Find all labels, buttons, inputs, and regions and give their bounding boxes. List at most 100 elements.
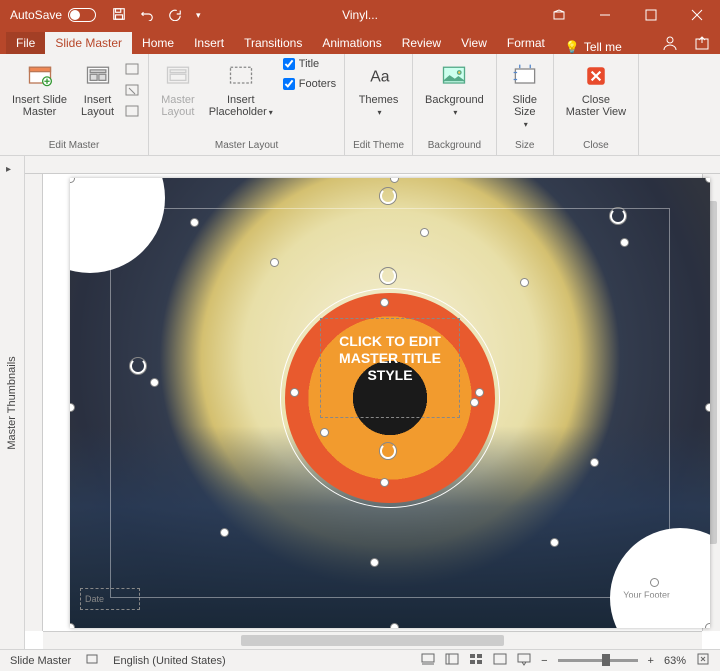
undo-icon[interactable] xyxy=(140,7,154,24)
selection-handle[interactable] xyxy=(705,403,710,412)
tell-me-label: Tell me xyxy=(584,40,622,54)
btn-label: Insert Slide Master xyxy=(12,94,67,118)
group-label: Master Layout xyxy=(215,140,278,151)
scrollbar-thumb[interactable] xyxy=(241,635,505,646)
tab-slide-master[interactable]: Slide Master xyxy=(45,32,132,54)
lightbulb-icon: 💡 xyxy=(565,40,580,54)
footers-checkbox[interactable]: Footers xyxy=(283,78,336,90)
themes-button[interactable]: Aa Themes▾ xyxy=(355,58,403,120)
tab-view[interactable]: View xyxy=(451,32,497,54)
maximize-icon[interactable] xyxy=(628,0,674,30)
fit-to-window-icon[interactable] xyxy=(696,652,710,669)
btn-label: Insert Layout xyxy=(81,94,114,118)
group-label: Size xyxy=(515,140,534,151)
btn-label: Master Layout xyxy=(161,94,195,118)
group-label: Close xyxy=(583,140,609,151)
account-icon[interactable] xyxy=(662,35,678,54)
zoom-slider[interactable] xyxy=(558,659,638,662)
reading-view-icon[interactable] xyxy=(493,652,507,669)
svg-text:Aa: Aa xyxy=(370,68,390,85)
group-size: Slide Size▾ Size xyxy=(497,54,554,155)
selection-outline[interactable] xyxy=(110,208,670,598)
btn-label: Themes▾ xyxy=(359,94,399,118)
delete-icon[interactable] xyxy=(124,82,140,101)
horizontal-ruler xyxy=(25,156,720,174)
chk-label: Title xyxy=(299,58,319,70)
slide-size-icon xyxy=(509,60,541,92)
slide-canvas[interactable]: CLICK TO EDIT MASTER TITLE STYLE Date Yo… xyxy=(25,156,720,649)
btn-label: Slide Size▾ xyxy=(513,94,537,130)
save-icon[interactable] xyxy=(112,7,126,24)
share-icon[interactable] xyxy=(694,35,710,54)
autosave-toggle[interactable]: AutoSave xyxy=(0,8,106,22)
slide-size-button[interactable]: Slide Size▾ xyxy=(505,58,545,132)
placeholder-icon xyxy=(225,60,257,92)
ribbon: Insert Slide Master Insert Layout Edit M… xyxy=(0,54,720,156)
thumbnails-label: Master Thumbnails xyxy=(6,356,18,449)
group-label: Edit Theme xyxy=(353,140,404,151)
insert-slide-master-button[interactable]: Insert Slide Master xyxy=(8,58,71,120)
tab-file[interactable]: File xyxy=(6,32,45,54)
rename-icon[interactable] xyxy=(124,61,140,80)
insert-placeholder-button[interactable]: Insert Placeholder▾ xyxy=(205,58,277,120)
notes-icon[interactable] xyxy=(421,652,435,669)
date-label: Date xyxy=(85,594,104,604)
chevron-down-icon: ▾ xyxy=(269,108,273,117)
preserve-icon[interactable] xyxy=(124,103,140,122)
ribbon-options-icon[interactable] xyxy=(536,0,582,30)
close-master-view-button[interactable]: Close Master View xyxy=(562,58,630,120)
themes-icon: Aa xyxy=(363,60,395,92)
qat-customize-icon[interactable]: ▾ xyxy=(196,10,201,21)
minimize-icon[interactable] xyxy=(582,0,628,30)
group-background: Background▾ Background xyxy=(413,54,497,155)
master-layout-button: Master Layout xyxy=(157,58,199,120)
tab-insert[interactable]: Insert xyxy=(184,32,234,54)
group-close: Close Master View Close xyxy=(554,54,639,155)
horizontal-scrollbar[interactable] xyxy=(43,631,702,649)
selection-handle[interactable] xyxy=(705,623,710,628)
title-checkbox[interactable]: Title xyxy=(283,58,336,70)
tab-format[interactable]: Format xyxy=(497,32,555,54)
zoom-in-icon[interactable]: + xyxy=(648,655,654,667)
tab-home[interactable]: Home xyxy=(132,32,184,54)
background-button[interactable]: Background▾ xyxy=(421,58,488,120)
document-title: Vinyl... xyxy=(342,8,378,22)
ribbon-tabs: File Slide Master Home Insert Transition… xyxy=(0,30,720,54)
vertical-ruler xyxy=(25,174,43,631)
btn-label: Insert Placeholder▾ xyxy=(209,94,273,118)
group-edit-master: Insert Slide Master Insert Layout Edit M… xyxy=(0,54,149,155)
redo-icon[interactable] xyxy=(168,7,182,24)
slide-master[interactable]: CLICK TO EDIT MASTER TITLE STYLE Date Yo… xyxy=(70,178,710,628)
status-view: Slide Master xyxy=(10,655,71,667)
tell-me-search[interactable]: 💡 Tell me xyxy=(565,40,622,54)
window-titlebar: AutoSave ▾ Vinyl... xyxy=(0,0,720,30)
thumbnail-pane[interactable]: ▸ Master Thumbnails xyxy=(0,156,25,649)
normal-view-icon[interactable] xyxy=(445,652,459,669)
toggle-off-icon[interactable] xyxy=(68,8,96,22)
group-master-layout: Master Layout Insert Placeholder▾ Title … xyxy=(149,54,345,155)
editor-area: ▸ Master Thumbnails CLICK TO EDIT MASTER… xyxy=(0,156,720,649)
layout-icon xyxy=(82,60,114,92)
status-language[interactable]: English (United States) xyxy=(113,655,226,667)
tab-review[interactable]: Review xyxy=(392,32,451,54)
tab-transitions[interactable]: Transitions xyxy=(234,32,312,54)
group-edit-theme: Aa Themes▾ Edit Theme xyxy=(345,54,413,155)
insert-layout-button[interactable]: Insert Layout xyxy=(77,58,118,120)
accessibility-icon[interactable] xyxy=(85,652,99,669)
sorter-view-icon[interactable] xyxy=(469,652,483,669)
status-bar: Slide Master English (United States) − +… xyxy=(0,649,720,671)
close-master-icon xyxy=(580,60,612,92)
zoom-level[interactable]: 63% xyxy=(664,655,686,667)
slideshow-icon[interactable] xyxy=(517,652,531,669)
chevron-down-icon: ▾ xyxy=(378,108,382,117)
chevron-down-icon: ▾ xyxy=(453,108,457,117)
chevron-down-icon: ▾ xyxy=(524,120,528,129)
expand-thumbnails-icon[interactable]: ▸ xyxy=(6,164,11,175)
zoom-out-icon[interactable]: − xyxy=(541,655,547,667)
selection-handle[interactable] xyxy=(390,623,399,628)
close-icon[interactable] xyxy=(674,0,720,30)
rotation-handle[interactable] xyxy=(380,188,396,204)
autosave-label: AutoSave xyxy=(10,8,62,22)
background-icon xyxy=(438,60,470,92)
tab-animations[interactable]: Animations xyxy=(312,32,391,54)
